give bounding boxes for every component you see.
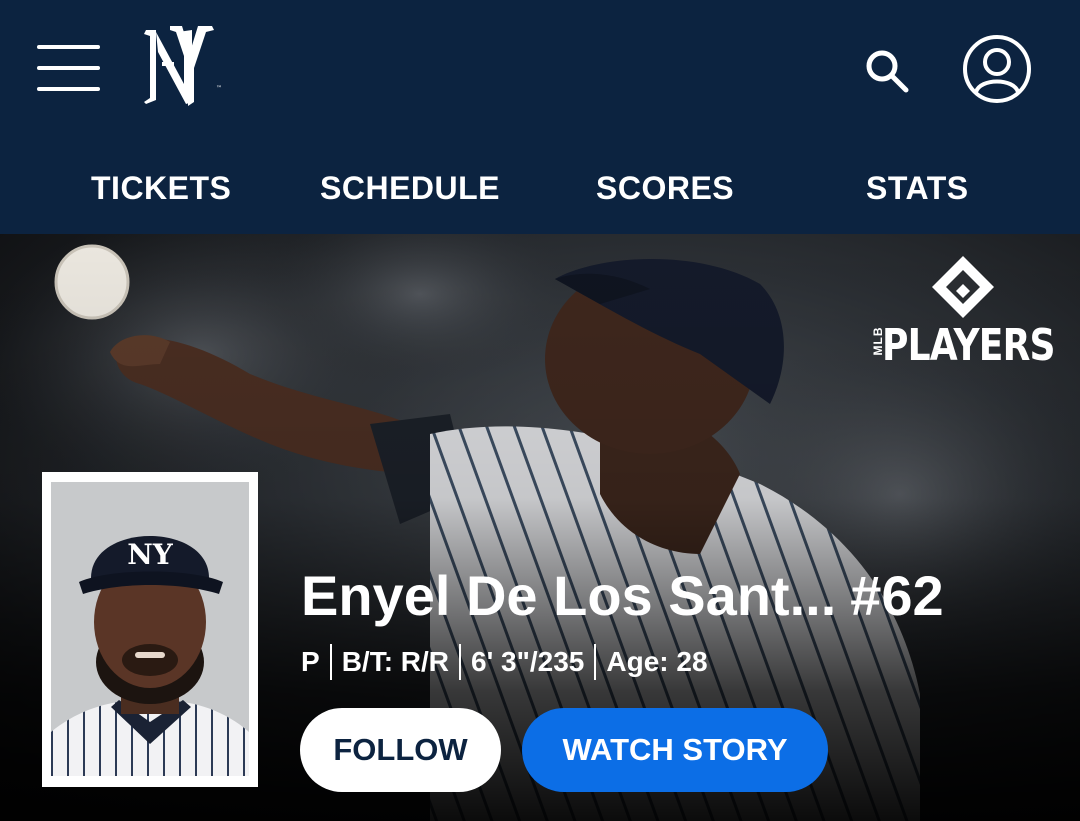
user-account-icon[interactable] [962,34,1032,104]
player-height-weight: 6' 3"/235 [471,646,585,677]
nav-schedule[interactable]: SCHEDULE [320,168,500,208]
yankees-ny-logo[interactable]: ™ [140,22,224,108]
search-icon[interactable] [864,48,910,94]
player-bats-throws: B/T: R/R [341,646,450,677]
primary-nav: TICKETS SCHEDULE SCORES STATS [0,140,1080,234]
player-position: P [301,646,320,677]
players-wordmark: PLAYERS [882,320,1056,371]
player-hero: MLB PLAYERS NY Enyel De Los Sant... #62 … [0,234,1080,821]
player-name: Enyel De Los Sant... [301,564,837,627]
follow-button[interactable]: FOLLOW [300,708,501,792]
meta-divider [329,644,332,680]
svg-text:NY: NY [127,538,174,571]
hamburger-menu-icon[interactable] [37,45,100,92]
player-name-heading: Enyel De Los Sant... #62 [301,564,944,628]
nav-scores[interactable]: SCORES [596,168,734,208]
player-number: #62 [850,564,944,627]
meta-divider [594,644,597,680]
mlbpa-diamond-icon [932,256,994,318]
meta-divider [459,644,462,680]
watch-story-button[interactable]: WATCH STORY [522,708,828,792]
player-age: Age: 28 [606,646,708,677]
nav-stats[interactable]: STATS [866,168,969,208]
top-app-bar: ™ [0,0,1080,140]
player-headshot: NY [42,472,258,787]
nav-tickets[interactable]: TICKETS [91,168,231,208]
svg-text:™: ™ [216,85,222,92]
mlb-players-logo: MLB PLAYERS [866,254,1062,371]
headshot-image: NY [51,482,249,776]
player-meta-row: P B/T: R/R 6' 3"/235 Age: 28 [301,644,708,680]
